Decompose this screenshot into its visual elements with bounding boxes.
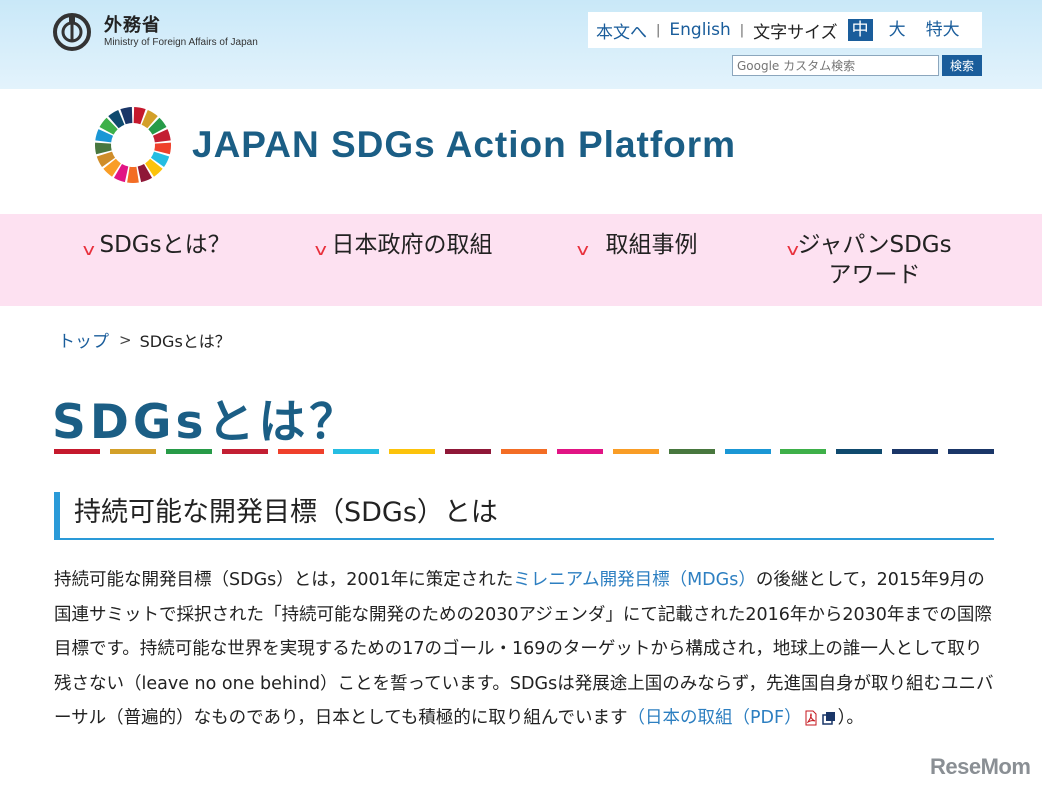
- breadcrumb-top-link[interactable]: トップ: [58, 327, 109, 352]
- nav-item-case-studies[interactable]: v 取組事例: [576, 230, 698, 260]
- page-title: SDGsとは？: [52, 395, 361, 450]
- font-size-label: 文字サイズ: [753, 22, 838, 43]
- color-bar-segment: [445, 449, 492, 454]
- section-heading: 持続可能な開発目標（SDGs）とは: [54, 492, 994, 540]
- watermark-logo: ReseMom: [930, 754, 1031, 779]
- nav-label: 日本政府の取組: [331, 232, 493, 258]
- english-link[interactable]: English: [669, 20, 730, 40]
- color-bar-segment: [165, 449, 212, 454]
- nav-item-about-sdgs[interactable]: v SDGsとは？: [82, 230, 231, 260]
- sdg-wheel-segment: [127, 166, 139, 183]
- search-button[interactable]: 検索: [942, 55, 982, 76]
- color-bar-segment: [221, 449, 268, 454]
- color-bar-segment: [836, 449, 883, 454]
- nav-label: 取組事例: [605, 232, 698, 258]
- mdgs-link[interactable]: ミレニアム開発目標（MDGs）: [513, 570, 756, 590]
- search-input[interactable]: [732, 55, 939, 76]
- ministry-name-jp: 外務省: [104, 15, 161, 36]
- nav-label-line2: アワード: [828, 262, 921, 288]
- color-bar-segment: [668, 449, 715, 454]
- divider: |: [656, 22, 661, 38]
- font-size-large-button[interactable]: 大: [885, 19, 910, 41]
- section-heading-text: 持続可能な開発目標（SDGs）とは: [74, 497, 498, 528]
- color-bar-segment: [277, 449, 324, 454]
- nav-label: SDGsとは？: [99, 232, 231, 258]
- color-bar-segment: [612, 449, 659, 454]
- breadcrumb: トップ > SDGsとは？: [58, 327, 231, 353]
- platform-header[interactable]: JAPAN SDGs Action Platform: [94, 106, 736, 184]
- ministry-header: 外務省 Ministry of Foreign Affairs of Japan…: [0, 0, 1042, 89]
- color-bar-segment: [948, 449, 994, 454]
- sdg-wheel-segment: [95, 142, 112, 155]
- font-size-medium-button[interactable]: 中: [847, 19, 873, 41]
- breadcrumb-current: SDGsとは？: [139, 331, 231, 351]
- chevron-down-icon: v: [786, 240, 799, 259]
- nav-label-line1: ジャパンSDGs: [797, 232, 952, 258]
- sdg-wheel-segment: [154, 142, 171, 155]
- color-bar-segment: [109, 449, 156, 454]
- color-bar-segment: [780, 449, 827, 454]
- platform-title: JAPAN SDGs Action Platform: [192, 124, 737, 165]
- nav-label: ジャパンSDGs アワード: [797, 230, 951, 290]
- nav-item-japan-sdgs-award[interactable]: v ジャパンSDGs アワード: [786, 230, 952, 290]
- search-bar: 検索: [732, 55, 982, 76]
- body-text-1: 持続可能な開発目標（SDGs）とは，2001年に策定された: [54, 570, 514, 590]
- sdg-color-bar: [54, 449, 994, 454]
- new-window-icon: [821, 712, 835, 725]
- body-text-2: の後継として，2015年9月の国連サミットで採択された「持続可能な開発のための2…: [54, 570, 994, 728]
- font-size-xlarge-button[interactable]: 特大: [922, 19, 964, 41]
- japan-efforts-pdf-link[interactable]: （日本の取組（PDF）: [627, 708, 801, 728]
- color-bar-segment: [556, 449, 603, 454]
- chevron-down-icon: v: [576, 240, 589, 259]
- main-nav: v SDGsとは？ v 日本政府の取組 v 取組事例 v ジャパンSDGs アワ…: [0, 214, 1042, 306]
- color-bar-segment: [501, 449, 547, 454]
- color-bar-segment: [54, 449, 100, 454]
- divider: |: [739, 22, 745, 38]
- color-bar-segment: [333, 449, 380, 454]
- chevron-down-icon: v: [82, 240, 95, 259]
- pdf-icon: [805, 710, 817, 726]
- color-bar-segment: [724, 449, 771, 454]
- intro-paragraph: 持続可能な開発目標（SDGs）とは，2001年に策定されたミレニアム開発目標（M…: [54, 563, 994, 736]
- color-bar-segment: [389, 449, 436, 454]
- ministry-name-en: Ministry of Foreign Affairs of Japan: [104, 37, 258, 48]
- chevron-right-icon: >: [119, 330, 132, 349]
- skip-to-main-link[interactable]: 本文へ: [596, 18, 647, 43]
- body-text-end: ）。: [837, 708, 864, 728]
- sdg-wheel-logo-icon: [95, 107, 171, 183]
- color-bar-segment: [892, 449, 939, 454]
- nav-item-government-efforts[interactable]: v 日本政府の取組: [314, 230, 493, 260]
- utility-links: 本文へ | English | 文字サイズ 中 大 特大: [588, 12, 982, 48]
- chevron-down-icon: v: [314, 240, 327, 259]
- mofa-emblem-icon: [53, 13, 91, 51]
- mofa-logo[interactable]: 外務省 Ministry of Foreign Affairs of Japan: [52, 12, 258, 52]
